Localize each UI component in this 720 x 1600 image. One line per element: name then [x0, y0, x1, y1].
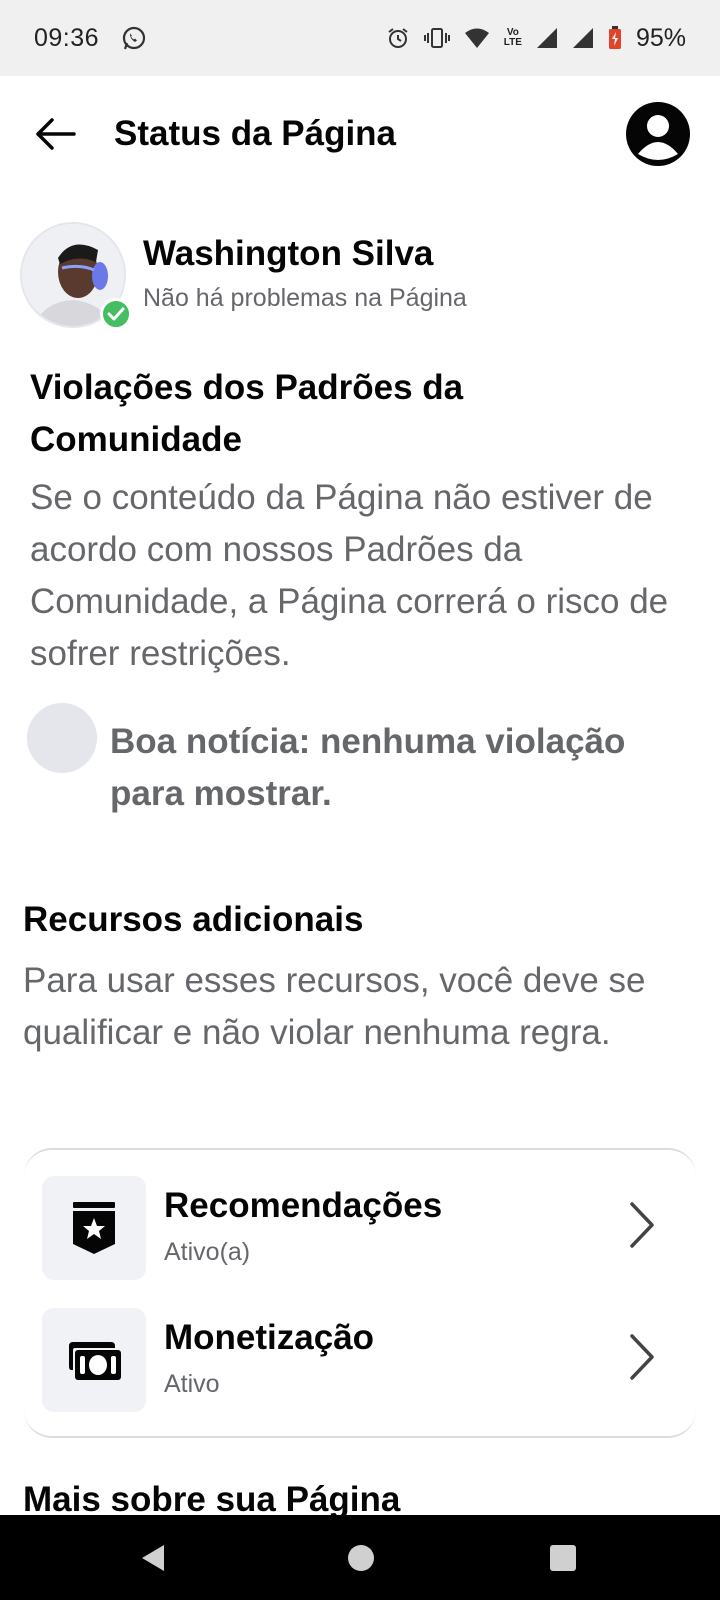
user-circle-icon[interactable] [624, 100, 692, 168]
page-identity: Washington Silva Não há problemas na Pág… [20, 222, 700, 330]
signal-icon [572, 28, 593, 48]
nav-back-icon[interactable] [140, 1543, 166, 1573]
resource-label: Monetização [164, 1318, 375, 1357]
good-news-text: Boa notícia: nenhuma violação para mostr… [110, 722, 626, 813]
chevron-right-icon [630, 1202, 654, 1248]
wifi-icon [464, 28, 489, 48]
signal-icon [536, 28, 557, 48]
additional-resources-description: Para usar esses recursos, você deve se q… [23, 961, 646, 1052]
community-standards-title: Violações dos Padrões da Comunidade [30, 368, 464, 459]
battery-percent: 95% [635, 23, 686, 52]
resource-item-monetization[interactable]: Monetização Ativo [24, 1308, 696, 1418]
resource-status: Ativo [164, 1370, 220, 1398]
arrow-left-icon[interactable] [30, 112, 86, 156]
resource-status: Ativo(a) [164, 1238, 251, 1266]
volte-bottom-text: LTE [503, 37, 522, 48]
page-title: Status da Página [114, 114, 397, 153]
nav-recents-icon[interactable] [550, 1545, 576, 1571]
system-nav-bar [0, 1515, 720, 1600]
status-icons: Vo LTE 95% [386, 24, 686, 53]
star-badge-icon [42, 1176, 146, 1280]
good-news-placeholder-icon [27, 703, 97, 773]
app-header: Status da Página [0, 76, 720, 192]
resource-label: Recomendações [164, 1186, 443, 1225]
resources-card: Recomendações Ativo(a) Monetização Ativo [24, 1148, 696, 1438]
page-name: Washington Silva [143, 234, 434, 273]
volte-icon: Vo LTE [504, 28, 522, 48]
vibrate-icon [423, 28, 450, 48]
additional-resources-title: Recursos adicionais [23, 900, 364, 939]
whatsapp-icon [122, 26, 146, 50]
nav-home-icon[interactable] [348, 1545, 374, 1571]
status-time: 09:36 [34, 23, 100, 52]
battery-icon [608, 26, 621, 49]
money-icon [42, 1308, 146, 1412]
more-about-page-title: Mais sobre sua Página [23, 1480, 401, 1519]
status-bar: 09:36 Vo LTE 95% [0, 0, 720, 76]
resource-item-recommendations[interactable]: Recomendações Ativo(a) [24, 1176, 696, 1286]
chevron-right-icon [630, 1334, 654, 1380]
page-status-text: Não há problemas na Página [143, 284, 467, 312]
verified-check-icon [100, 298, 132, 330]
alarm-icon [388, 28, 408, 48]
community-standards-description: Se o conteúdo da Página não estiver de a… [30, 478, 669, 673]
